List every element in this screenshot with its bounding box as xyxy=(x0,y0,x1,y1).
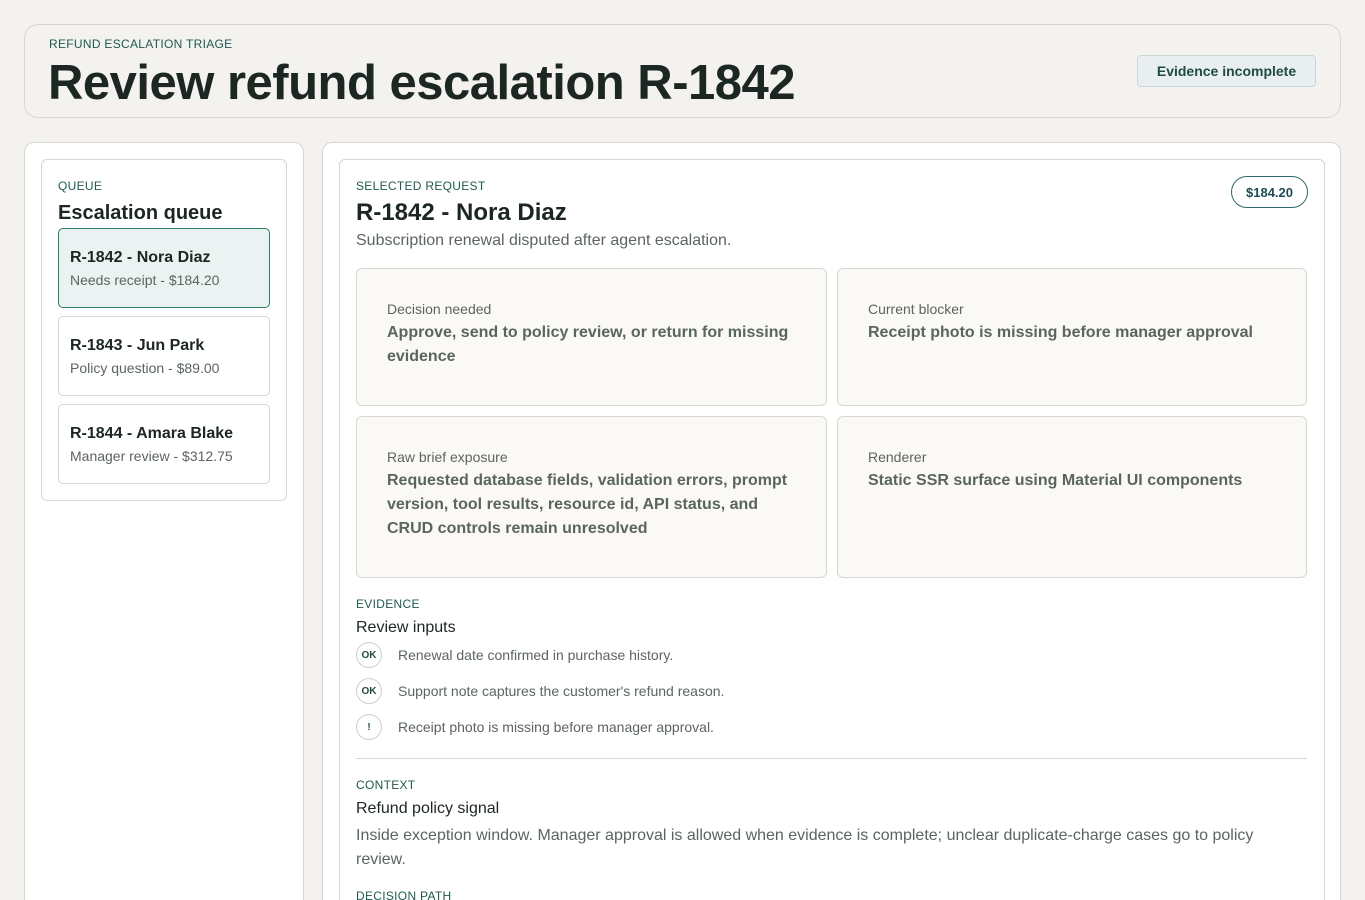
queue-item-title: R-1844 - Amara Blake xyxy=(70,425,234,442)
card-value: Requested database fields, validation er… xyxy=(387,472,788,537)
request-title: R-1842 - Nora Diaz xyxy=(356,199,567,226)
status-badge: Evidence incomplete xyxy=(1137,55,1316,87)
queue-item-subtitle: Policy question - $89.00 xyxy=(70,360,220,376)
request-subtitle: Subscription renewal disputed after agen… xyxy=(356,232,732,249)
header-eyebrow: REFUND ESCALATION TRIAGE xyxy=(49,37,233,51)
card-label: Decision needed xyxy=(387,301,492,317)
ok-badge-icon: OK xyxy=(356,678,382,704)
card-label: Renderer xyxy=(868,449,927,465)
ok-badge-icon: OK xyxy=(356,642,382,668)
evidence-item: ! Receipt photo is missing before manage… xyxy=(356,714,956,740)
context-eyebrow: CONTEXT xyxy=(356,778,416,792)
evidence-item: OK Renewal date confirmed in purchase hi… xyxy=(356,642,956,668)
context-title: Refund policy signal xyxy=(356,800,500,817)
evidence-item: OK Support note captures the customer's … xyxy=(356,678,956,704)
queue-eyebrow: QUEUE xyxy=(58,179,103,193)
sidebar: QUEUE Escalation queue R-1842 - Nora Dia… xyxy=(24,142,304,900)
queue-item-subtitle: Manager review - $312.75 xyxy=(70,448,233,464)
amount-badge: $184.20 xyxy=(1231,176,1308,208)
context-text: Inside exception window. Manager approva… xyxy=(356,827,1254,868)
card-value: Static SSR surface using Material UI com… xyxy=(868,472,1243,489)
queue-item-r-1843[interactable]: R-1843 - Jun Park Policy question - $89.… xyxy=(58,316,270,396)
queue-item-subtitle: Needs receipt - $184.20 xyxy=(70,272,220,288)
divider xyxy=(356,758,1307,759)
queue-item-title: R-1842 - Nora Diaz xyxy=(70,249,211,266)
main-panel: SELECTED REQUEST R-1842 - Nora Diaz Subs… xyxy=(322,142,1341,900)
queue-item-title: R-1843 - Jun Park xyxy=(70,337,205,354)
evidence-text: Renewal date confirmed in purchase histo… xyxy=(398,647,674,663)
page-title: Review refund escalation R-1842 xyxy=(48,56,796,110)
queue-item-r-1844[interactable]: R-1844 - Amara Blake Manager review - $3… xyxy=(58,404,270,484)
renderer-card: Renderer Static SSR surface using Materi… xyxy=(837,416,1307,578)
decision-path-eyebrow: DECISION PATH xyxy=(356,889,452,900)
queue-title: Escalation queue xyxy=(58,202,223,224)
card-label: Current blocker xyxy=(868,301,964,317)
evidence-title: Review inputs xyxy=(356,619,456,636)
evidence-eyebrow: EVIDENCE xyxy=(356,597,420,611)
card-value: Receipt photo is missing before manager … xyxy=(868,324,1253,341)
queue-panel: QUEUE Escalation queue R-1842 - Nora Dia… xyxy=(41,159,287,501)
card-value: Approve, send to policy review, or retur… xyxy=(387,324,789,365)
decision-needed-card: Decision needed Approve, send to policy … xyxy=(356,268,827,406)
detail-eyebrow: SELECTED REQUEST xyxy=(356,179,486,193)
warning-badge-icon: ! xyxy=(356,714,382,740)
page-header: REFUND ESCALATION TRIAGE Review refund e… xyxy=(24,24,1341,118)
evidence-text: Receipt photo is missing before manager … xyxy=(398,719,714,735)
evidence-text: Support note captures the customer's ref… xyxy=(398,683,725,699)
raw-brief-exposure-card: Raw brief exposure Requested database fi… xyxy=(356,416,827,578)
card-label: Raw brief exposure xyxy=(387,449,508,465)
current-blocker-card: Current blocker Receipt photo is missing… xyxy=(837,268,1307,406)
queue-item-r-1842[interactable]: R-1842 - Nora Diaz Needs receipt - $184.… xyxy=(58,228,270,308)
request-detail: SELECTED REQUEST R-1842 - Nora Diaz Subs… xyxy=(339,159,1325,900)
